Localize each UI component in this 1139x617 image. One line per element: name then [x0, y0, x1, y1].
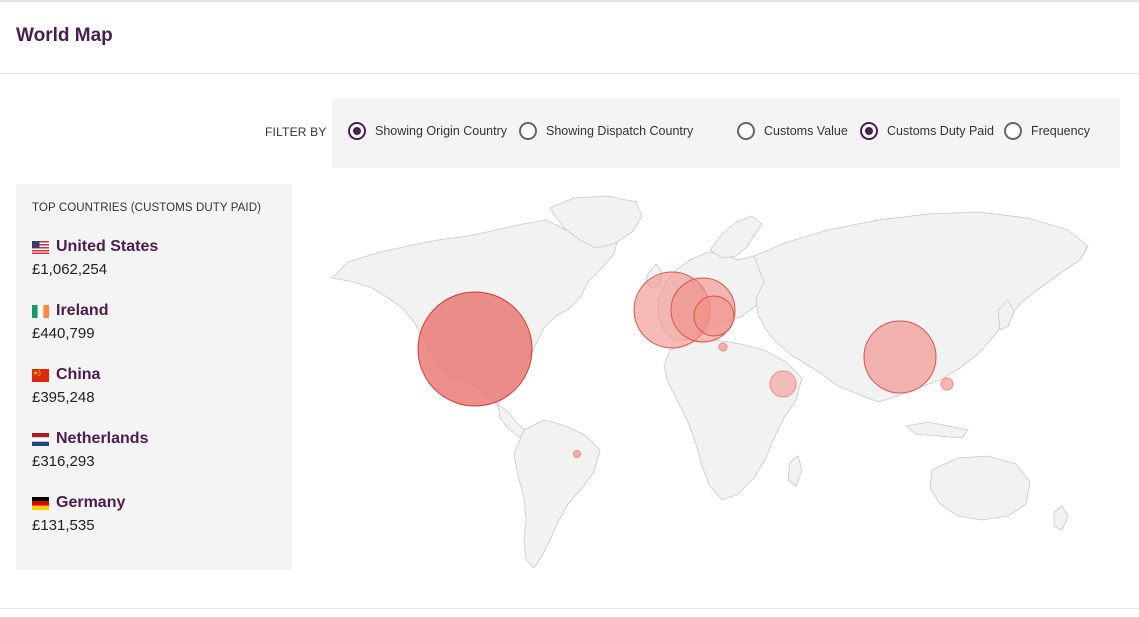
us-flag-icon — [32, 240, 49, 254]
country-item-germany: Germany £131,535 — [32, 494, 125, 534]
bubble-south-america[interactable] — [573, 450, 581, 458]
bubble-china[interactable] — [863, 320, 937, 394]
australia-landmass — [929, 455, 1031, 521]
country-name: Netherlands — [56, 430, 149, 447]
radio-label: Showing Origin Country — [375, 124, 508, 138]
radio-circle-icon — [737, 122, 755, 140]
indonesia-landmass — [905, 421, 969, 439]
bubble-middle-east[interactable] — [769, 370, 797, 398]
country-name: Germany — [56, 494, 126, 511]
world-map-svg — [331, 195, 1089, 569]
germany-flag-icon — [32, 496, 49, 510]
country-value: £316,293 — [32, 453, 95, 470]
country-value: £395,248 — [32, 389, 95, 406]
new-zealand-landmass — [1053, 505, 1069, 531]
world-map[interactable] — [318, 190, 1118, 580]
country-value: £131,535 — [32, 517, 95, 534]
country-value: £440,799 — [32, 325, 95, 342]
country-name: China — [56, 366, 101, 383]
africa-landmass — [663, 339, 803, 501]
country-value: £1,062,254 — [32, 261, 108, 278]
netherlands-flag-icon — [32, 432, 49, 446]
bubble-germany[interactable] — [693, 295, 735, 337]
radio-label: Frequency — [1031, 124, 1091, 138]
scandinavia-landmass — [709, 215, 763, 259]
country-item-ireland: Ireland £440,799 — [32, 302, 108, 342]
radio-circle-icon — [348, 122, 366, 140]
radio-circle-icon — [1004, 122, 1022, 140]
country-item-china: China £395,248 — [32, 366, 100, 406]
china-flag-icon — [32, 368, 49, 382]
radio-customs-duty-paid[interactable]: Customs Duty Paid — [860, 122, 994, 140]
radio-showing-dispatch-country[interactable]: Showing Dispatch Country — [519, 122, 693, 140]
radio-label: Customs Duty Paid — [887, 124, 994, 138]
bottom-divider — [0, 608, 1139, 609]
panel-title: TOP COUNTRIES (CUSTOMS DUTY PAID) — [32, 202, 262, 214]
bubble-southeast-asia[interactable] — [940, 377, 954, 391]
radio-showing-origin-country[interactable]: Showing Origin Country — [348, 122, 507, 140]
filter-bar: Showing Origin Country Showing Dispatch … — [332, 98, 1120, 168]
radio-label: Customs Value — [764, 124, 848, 138]
bubble-united-states[interactable] — [417, 291, 533, 407]
radio-frequency[interactable]: Frequency — [1004, 122, 1090, 140]
radio-customs-value[interactable]: Customs Value — [737, 122, 848, 140]
country-name: United States — [56, 238, 159, 255]
country-item-netherlands: Netherlands £316,293 — [32, 430, 148, 470]
bubble-southern-europe[interactable] — [718, 342, 728, 352]
radio-circle-icon — [860, 122, 878, 140]
radio-circle-icon — [519, 122, 537, 140]
radio-label: Showing Dispatch Country — [546, 124, 694, 138]
filter-label: FILTER BY — [265, 125, 327, 139]
madagascar-landmass — [787, 455, 803, 487]
top-countries-panel: TOP COUNTRIES (CUSTOMS DUTY PAID) United… — [16, 184, 292, 570]
country-name: Ireland — [56, 302, 109, 319]
page-header: World Map — [0, 2, 1139, 74]
ireland-flag-icon — [32, 304, 49, 318]
south-america-landmass — [513, 419, 601, 569]
country-item-united-states: United States £1,062,254 — [32, 238, 158, 278]
page-title: World Map — [16, 25, 113, 46]
